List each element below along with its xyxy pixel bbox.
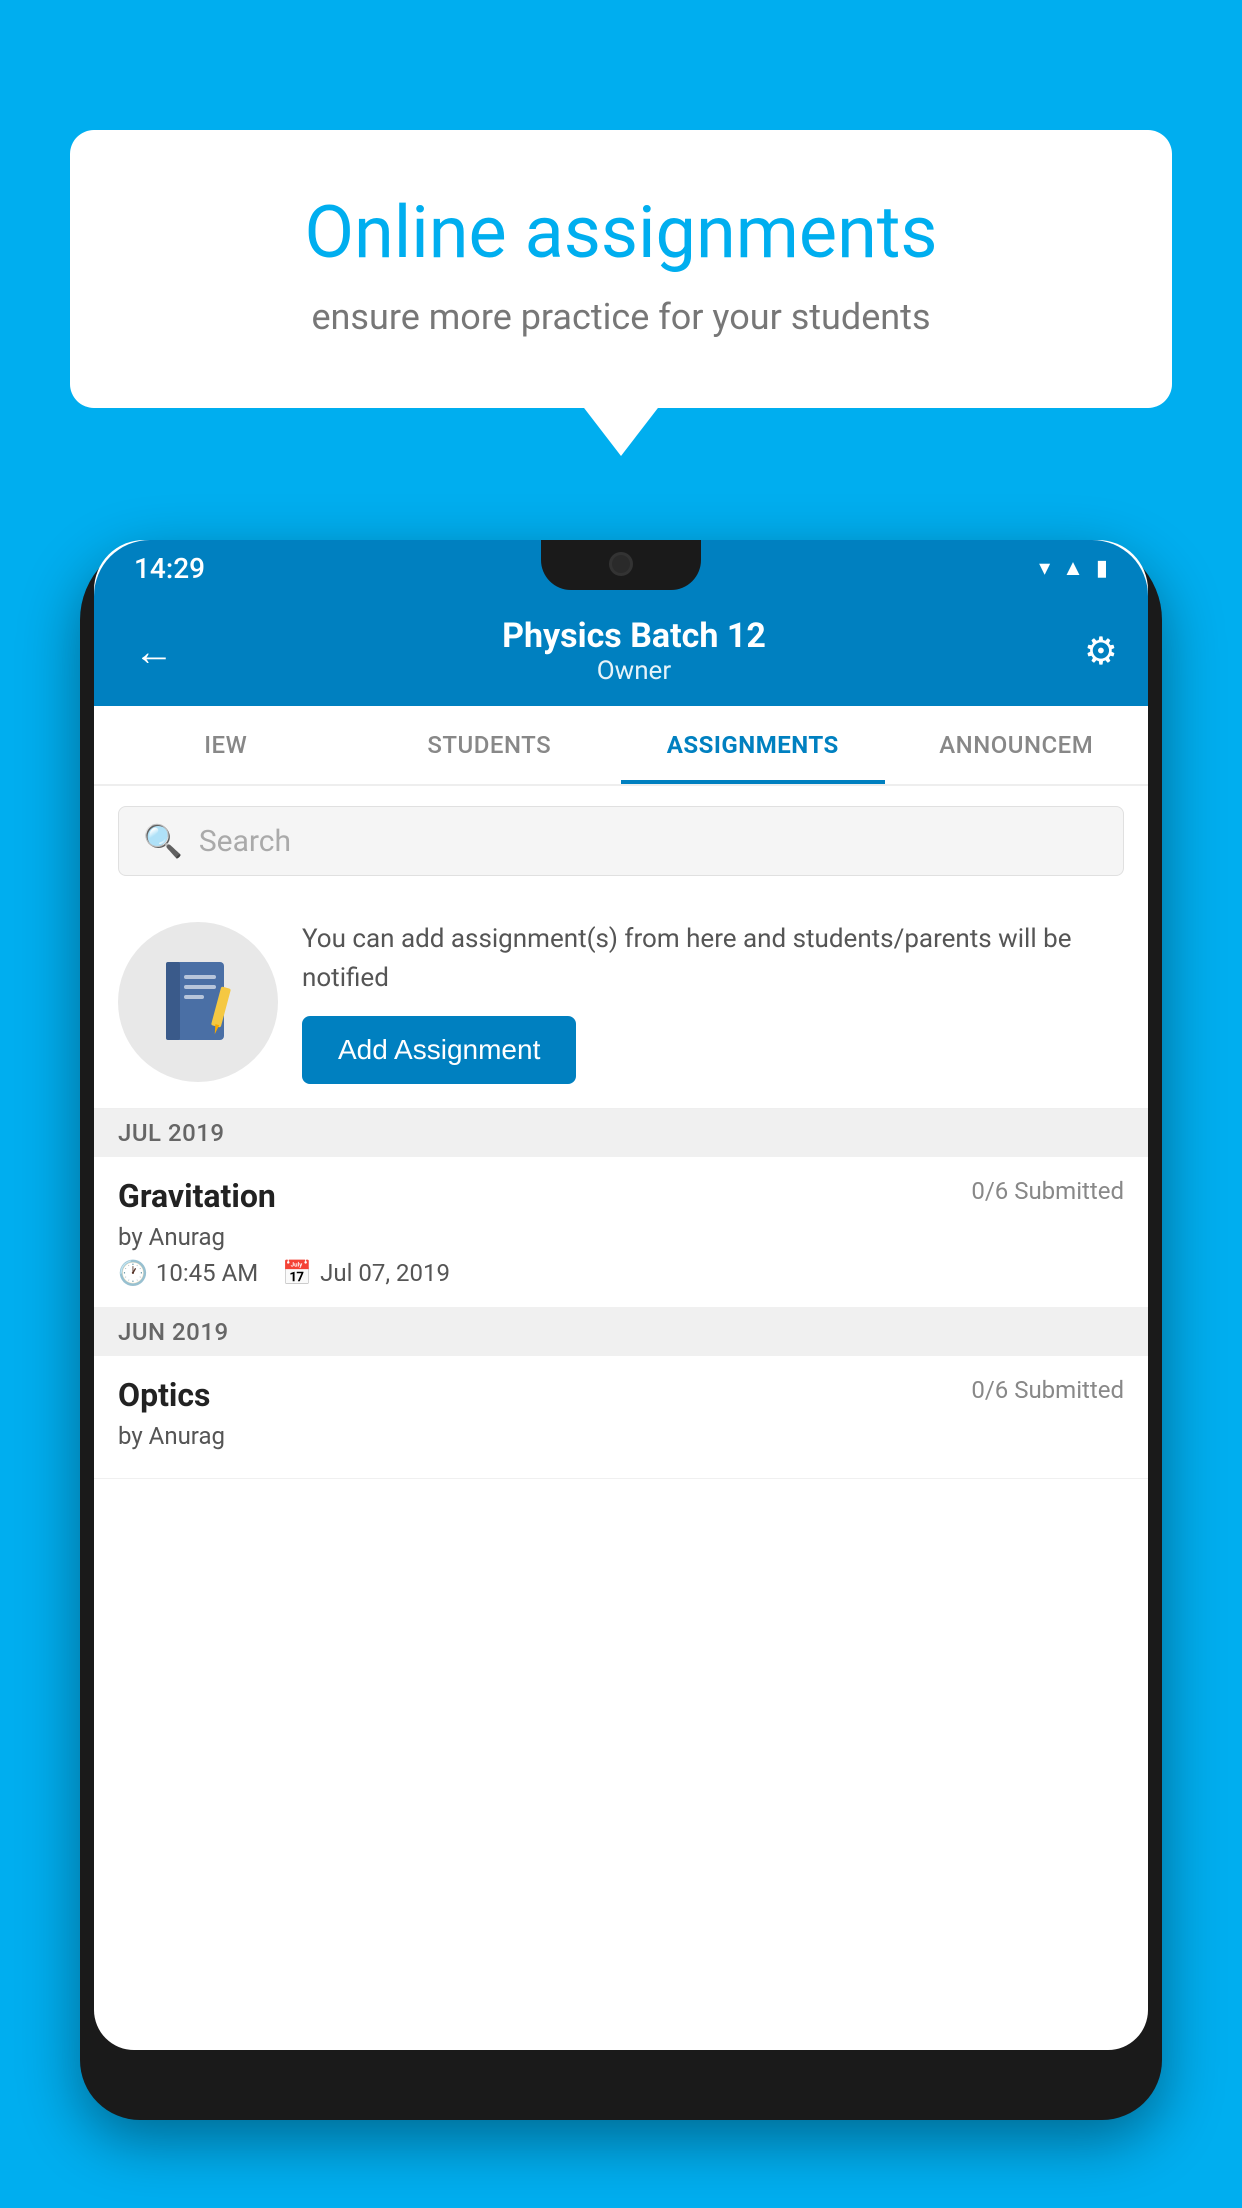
meta-time: 🕐 10:45 AM: [118, 1259, 258, 1287]
add-assignment-button[interactable]: Add Assignment: [302, 1016, 576, 1084]
tab-assignments[interactable]: ASSIGNMENTS: [621, 706, 885, 784]
phone-outer: 14:29 ▾ ▲ ▮ ← Physics Batch 12 Owner ⚙ I…: [80, 540, 1162, 2120]
clock-icon: 🕐: [118, 1259, 148, 1287]
speech-bubble: Online assignments ensure more practice …: [70, 130, 1172, 408]
search-icon: 🔍: [143, 822, 183, 860]
signal-icon: ▲: [1062, 555, 1084, 581]
promo-right: You can add assignment(s) from here and …: [302, 920, 1124, 1084]
app-bar-title-area: Physics Batch 12 Owner: [184, 616, 1084, 687]
search-container: 🔍 Search: [94, 786, 1148, 896]
notebook-icon: [158, 957, 238, 1047]
add-assignment-promo: You can add assignment(s) from here and …: [94, 896, 1148, 1109]
assignment-by-optics: by Anurag: [118, 1422, 1124, 1450]
promo-text: You can add assignment(s) from here and …: [302, 920, 1124, 998]
assignment-item-gravitation[interactable]: Gravitation 0/6 Submitted by Anurag 🕐 10…: [94, 1157, 1148, 1308]
wifi-icon: ▾: [1039, 556, 1050, 581]
tab-students[interactable]: STUDENTS: [358, 706, 622, 784]
app-bar-title: Physics Batch 12: [184, 616, 1084, 657]
phone-screen: 14:29 ▾ ▲ ▮ ← Physics Batch 12 Owner ⚙ I…: [94, 540, 1148, 2050]
search-placeholder: Search: [199, 824, 291, 859]
time-value: 10:45 AM: [156, 1259, 258, 1287]
assignment-meta: 🕐 10:45 AM 📅 Jul 07, 2019: [118, 1259, 1124, 1287]
promo-icon-circle: [118, 922, 278, 1082]
content-area: 🔍 Search: [94, 786, 1148, 1479]
tab-announcements[interactable]: ANNOUNCEM: [885, 706, 1149, 784]
meta-date: 📅 Jul 07, 2019: [282, 1259, 450, 1287]
assignment-title: Gravitation: [118, 1177, 276, 1215]
bubble-subtitle: ensure more practice for your students: [140, 296, 1102, 338]
assignment-submitted: 0/6 Submitted: [971, 1177, 1124, 1205]
speech-bubble-area: Online assignments ensure more practice …: [70, 130, 1172, 408]
date-value: Jul 07, 2019: [320, 1259, 450, 1287]
assignment-title-optics: Optics: [118, 1376, 210, 1414]
bubble-title: Online assignments: [140, 190, 1102, 276]
assignment-header: Gravitation 0/6 Submitted: [118, 1177, 1124, 1215]
month-separator-jun: JUN 2019: [94, 1308, 1148, 1356]
assignment-header-optics: Optics 0/6 Submitted: [118, 1376, 1124, 1414]
assignment-submitted-optics: 0/6 Submitted: [971, 1376, 1124, 1404]
status-icons: ▾ ▲ ▮: [1039, 555, 1108, 581]
tabs-bar: IEW STUDENTS ASSIGNMENTS ANNOUNCEM: [94, 706, 1148, 786]
phone-camera: [609, 552, 633, 576]
assignment-by: by Anurag: [118, 1223, 1124, 1251]
back-button[interactable]: ←: [124, 618, 184, 685]
search-bar[interactable]: 🔍 Search: [118, 806, 1124, 876]
app-bar: ← Physics Batch 12 Owner ⚙: [94, 596, 1148, 706]
status-time: 14:29: [134, 552, 205, 585]
phone-notch: [541, 540, 701, 590]
assignment-item-optics[interactable]: Optics 0/6 Submitted by Anurag: [94, 1356, 1148, 1479]
phone-wrapper: 14:29 ▾ ▲ ▮ ← Physics Batch 12 Owner ⚙ I…: [80, 540, 1162, 2208]
calendar-icon: 📅: [282, 1259, 312, 1287]
tab-iew[interactable]: IEW: [94, 706, 358, 784]
settings-button[interactable]: ⚙: [1084, 629, 1118, 674]
month-separator-jul: JUL 2019: [94, 1109, 1148, 1157]
app-bar-subtitle: Owner: [184, 656, 1084, 686]
battery-icon: ▮: [1096, 556, 1108, 581]
